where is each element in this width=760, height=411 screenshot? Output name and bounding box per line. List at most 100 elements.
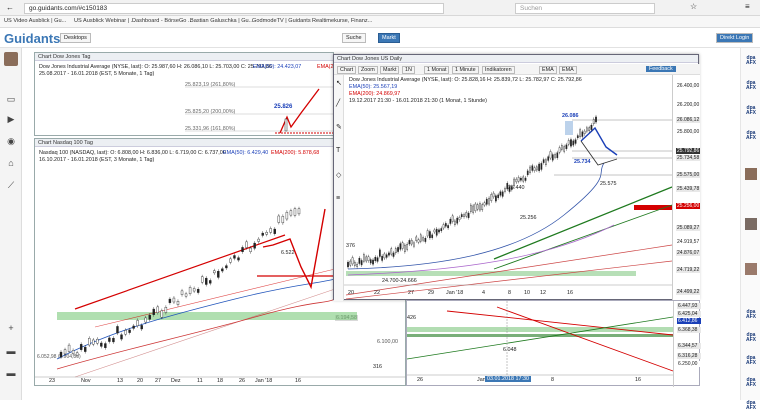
candle-body xyxy=(583,130,586,135)
candle-body xyxy=(168,298,172,303)
bookmark-item[interactable]: Bastian Galuschka | Gu... xyxy=(190,18,253,24)
candle-body xyxy=(229,258,232,263)
price-tick: 25.734,58 xyxy=(676,155,700,161)
price-axis[interactable]: 26.400,00 26.200,00 26.086,12 25.800,00 … xyxy=(672,75,700,301)
chart-icon[interactable]: ⟋ xyxy=(5,180,17,190)
x-tick: Jan '18 xyxy=(446,290,464,296)
news-source-logo[interactable]: dpa AFX xyxy=(743,106,759,116)
candle-body xyxy=(542,159,545,163)
candle-body xyxy=(570,139,572,147)
candle-body xyxy=(497,194,500,198)
candle-body xyxy=(192,288,196,292)
x-tick: 20 xyxy=(137,378,143,384)
folder-icon[interactable]: ▬ xyxy=(5,346,17,356)
candle-body xyxy=(520,177,522,181)
candle-body xyxy=(293,208,297,216)
bookmark-item[interactable]: Realtimekurse, Finanz... xyxy=(312,18,372,24)
candle-body xyxy=(360,260,363,266)
chart-window-dow-daily[interactable]: Chart Dow Jones Tag Dow Jones Industrial… xyxy=(34,52,334,136)
price-tick: 24.876,07 xyxy=(676,250,700,256)
news-source-logo[interactable]: dpa AFX xyxy=(743,401,759,411)
price-tick: 26.200,00 xyxy=(676,102,700,108)
candle-body xyxy=(458,217,461,220)
candle-body xyxy=(108,337,111,342)
candle-body xyxy=(261,232,264,236)
monitor-icon[interactable]: ▭ xyxy=(5,94,17,104)
candle-body xyxy=(116,326,119,334)
candle-body xyxy=(501,191,504,197)
bookmark-item[interactable]: GodmodeTV | Guidants xyxy=(252,18,311,24)
news-source-logo[interactable]: dpa AFX xyxy=(743,378,759,388)
avatar[interactable] xyxy=(745,263,757,275)
news-source-logo[interactable]: dpa AFX xyxy=(743,310,759,320)
candle-body xyxy=(356,263,358,267)
candle-body xyxy=(265,232,268,235)
price-tick: 26.086,12 xyxy=(676,117,700,123)
desktop-button[interactable]: Desktops xyxy=(60,33,91,43)
candle-body xyxy=(554,154,556,158)
x-tick: 12 xyxy=(540,290,546,296)
candle-body xyxy=(442,224,445,229)
candle-body xyxy=(349,260,352,266)
news-source-logo[interactable]: dpa AFX xyxy=(743,81,759,91)
candle-body xyxy=(160,310,164,318)
logo[interactable]: Guidants xyxy=(4,31,60,46)
candle-body xyxy=(79,344,83,350)
candle-body xyxy=(565,144,568,149)
candle-body xyxy=(535,166,538,171)
news-source-logo[interactable]: dpa AFX xyxy=(743,356,759,366)
menu-icon[interactable]: ≡ xyxy=(745,2,750,11)
news-source-logo[interactable]: dpa AFX xyxy=(743,333,759,343)
price-axis[interactable]: 6.447,93 6.425,04 6.412,86 6.368,38 6.34… xyxy=(673,301,701,387)
bookmark-item[interactable]: Dashboard - BörseGo ... xyxy=(132,18,193,24)
x-tick: 26 xyxy=(239,378,245,384)
avatar[interactable] xyxy=(745,218,757,230)
folder-icon[interactable]: ▬ xyxy=(5,368,17,378)
price-annotation: 24.700-24.666 xyxy=(382,278,417,284)
login-button[interactable]: Direkt Login xyxy=(716,33,754,43)
news-source-logo[interactable]: dpa AFX xyxy=(743,56,759,66)
candle-body xyxy=(156,306,160,313)
candle-body xyxy=(515,178,518,183)
star-icon[interactable]: ☆ xyxy=(690,2,697,11)
candle-body xyxy=(549,151,552,159)
price-tick: 6.250,00 xyxy=(677,361,701,367)
market-button[interactable]: Markt xyxy=(378,33,400,43)
avatar[interactable] xyxy=(745,168,757,180)
x-tick: 16 xyxy=(295,378,301,384)
candle-body xyxy=(273,228,276,234)
candle-body xyxy=(533,167,536,171)
browser-search-input[interactable]: Suchen xyxy=(515,3,655,14)
price-tick: 25.089,27 xyxy=(676,225,700,231)
candle-body xyxy=(426,230,429,237)
news-source-logo[interactable]: dpa AFX xyxy=(743,131,759,141)
url-field[interactable]: go.guidants.com/#c150183 xyxy=(24,3,444,14)
candle-body xyxy=(383,253,386,259)
candle-body xyxy=(144,317,147,323)
candle-body xyxy=(499,191,502,196)
news-sidebar: dpa AFX dpa AFX dpa AFX dpa AFX dpa AFX dpa AF… xyxy=(740,48,760,411)
chart-window-background[interactable]: 6.048 6.100,00 426 316 26 Jan 8 16 03.01… xyxy=(373,300,701,387)
cart-icon[interactable]: ⌂ xyxy=(5,158,17,168)
avatar[interactable] xyxy=(4,52,18,66)
candle-body xyxy=(358,257,361,264)
x-tick: 13 xyxy=(117,378,123,384)
back-icon[interactable]: ← xyxy=(6,3,14,12)
x-tick: Jan '18 xyxy=(255,378,273,384)
play-icon[interactable]: ▶ xyxy=(5,114,17,124)
candle-body xyxy=(454,220,456,225)
eye-icon[interactable]: ◉ xyxy=(5,136,17,146)
price-annotation: 6.048 xyxy=(503,347,517,353)
bookmark-item[interactable]: US Ausblick Webinar | ... xyxy=(74,18,135,24)
candle-body xyxy=(413,242,415,247)
candle-body xyxy=(104,343,107,348)
bookmark-item[interactable]: US Video Ausblick | Gu... xyxy=(4,18,66,24)
candle-body xyxy=(128,329,131,333)
chart-window-dow-hourly[interactable]: Chart Dow Jones US Daily Chart Zoom Mark… xyxy=(333,54,700,301)
plus-icon[interactable]: + xyxy=(5,323,17,333)
x-tick: 29 xyxy=(428,290,434,296)
search-button[interactable]: Suche xyxy=(342,33,366,43)
candle-body xyxy=(184,293,188,297)
candle-body xyxy=(481,204,484,211)
candle-body xyxy=(148,314,151,320)
